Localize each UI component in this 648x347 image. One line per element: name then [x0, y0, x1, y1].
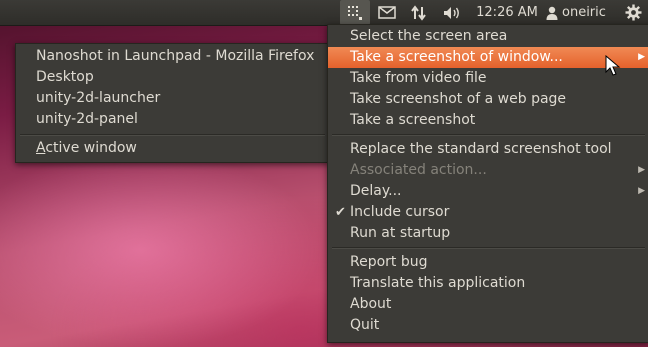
menu-item-label: Report bug: [350, 254, 428, 270]
top-panel: 12:26 AM oneiric: [0, 0, 648, 26]
submenu-item-firefox[interactable]: Nanoshot in Launchpad - Mozilla Firefox: [16, 46, 329, 67]
submenu-separator: [20, 134, 325, 136]
menu-item-web-page[interactable]: Take screenshot of a web page: [328, 89, 648, 110]
checkmark-icon: ✔: [335, 205, 346, 220]
menu-item-label: Include cursor: [350, 204, 450, 220]
menu-item-video-file[interactable]: Take from video file: [328, 68, 648, 89]
sound-indicator[interactable]: [438, 0, 466, 25]
menu-item-include-cursor[interactable]: ✔ Include cursor: [328, 202, 648, 223]
menu-item-label: Run at startup: [350, 225, 451, 241]
clock-indicator[interactable]: 12:26 AM: [472, 0, 542, 25]
submenu-item-label: Nanoshot in Launchpad - Mozilla Firefox: [36, 48, 315, 64]
menu-item-label: About: [350, 296, 392, 312]
menu-item-label: Take from video file: [350, 70, 487, 86]
user-indicator[interactable]: oneiric: [546, 0, 616, 25]
clock-text: 12:26 AM: [476, 5, 538, 20]
menu-separator: [332, 134, 645, 136]
nanoshot-indicator[interactable]: [340, 0, 370, 25]
submenu-arrow-icon: ▶: [638, 52, 645, 62]
gear-icon: [625, 4, 641, 21]
menu-item-run-at-startup[interactable]: Run at startup: [328, 223, 648, 244]
menu-item-report-bug[interactable]: Report bug: [328, 252, 648, 273]
menu-item-about[interactable]: About: [328, 294, 648, 315]
submenu-item-label: Desktop: [36, 69, 94, 85]
menu-item-label: Quit: [350, 317, 380, 333]
submenu-item-unity-2d-panel[interactable]: unity-2d-panel: [16, 109, 329, 130]
menu-separator: [332, 247, 645, 249]
menu-item-label: Take a screenshot of window...: [350, 49, 563, 65]
sound-icon: [444, 6, 459, 19]
menu-item-label: Delay...: [350, 183, 402, 199]
label-rest: ctive window: [45, 140, 137, 156]
menu-item-screenshot-window[interactable]: Take a screenshot of window... ▶: [328, 47, 648, 68]
submenu-item-label: unity-2d-panel: [36, 111, 138, 127]
menu-item-quit[interactable]: Quit: [328, 315, 648, 336]
menu-item-label: Select the screen area: [350, 28, 508, 44]
nanoshot-icon: [348, 5, 362, 20]
submenu-item-label: Active window: [36, 140, 137, 156]
menu-item-delay[interactable]: Delay... ▶: [328, 181, 648, 202]
network-icon: [411, 4, 426, 21]
submenu-item-unity-2d-launcher[interactable]: unity-2d-launcher: [16, 88, 329, 109]
menu-item-label: Take a screenshot: [350, 112, 476, 128]
menu-item-label: Take screenshot of a web page: [350, 91, 567, 107]
mouse-pointer-icon: [605, 55, 621, 76]
nanoshot-menu: Select the screen area Take a screenshot…: [327, 24, 648, 343]
menu-item-label: Replace the standard screenshot tool: [350, 141, 612, 157]
session-indicator[interactable]: [620, 0, 646, 25]
submenu-item-label: unity-2d-launcher: [36, 90, 161, 106]
submenu-item-desktop[interactable]: Desktop: [16, 67, 329, 88]
menu-item-label: Associated action...: [350, 162, 487, 178]
mnemonic-letter: A: [36, 140, 46, 156]
menu-item-select-screen-area[interactable]: Select the screen area: [328, 26, 648, 47]
messaging-indicator[interactable]: [374, 0, 400, 25]
menu-item-take-screenshot[interactable]: Take a screenshot: [328, 110, 648, 131]
menu-item-translate[interactable]: Translate this application: [328, 273, 648, 294]
menu-item-replace-tool[interactable]: Replace the standard screenshot tool: [328, 139, 648, 160]
network-indicator[interactable]: [406, 0, 432, 25]
window-submenu: Nanoshot in Launchpad - Mozilla Firefox …: [15, 43, 330, 163]
user-icon: [546, 6, 558, 20]
username-text: oneiric: [562, 5, 606, 20]
mail-icon: [378, 6, 396, 19]
submenu-item-active-window[interactable]: Active window: [16, 138, 329, 159]
menu-item-associated-action: Associated action... ▶: [328, 160, 648, 181]
submenu-arrow-icon: ▶: [638, 165, 645, 175]
menu-item-label: Translate this application: [350, 275, 526, 291]
submenu-arrow-icon: ▶: [638, 186, 645, 196]
